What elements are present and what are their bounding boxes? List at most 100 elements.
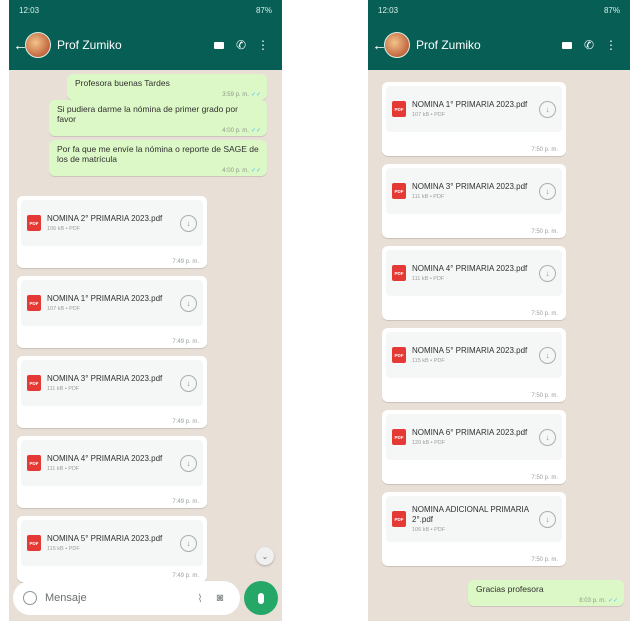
message-text: Si pudiera darme la nómina de primer gra… xyxy=(57,104,238,124)
message-time: 7:49 p. m. xyxy=(172,259,199,265)
document-message[interactable]: PDF NOMINA 5° PRIMARIA 2023.pdf 115 kB •… xyxy=(17,516,207,582)
chevron-down-icon[interactable]: ⌄ xyxy=(256,547,274,565)
document-name: NOMINA 4° PRIMARIA 2023.pdf xyxy=(47,454,163,463)
document-message[interactable]: PDF NOMINA 3° PRIMARIA 2023.pdf 111 kB •… xyxy=(382,164,566,238)
document-message[interactable]: PDF NOMINA ADICIONAL PRIMARIA 2°.pdf 106… xyxy=(382,492,566,566)
document-name: NOMINA 3° PRIMARIA 2023.pdf xyxy=(47,374,163,383)
camera-icon[interactable]: ◙ xyxy=(210,592,230,604)
document-meta: 107 kB • PDF xyxy=(412,112,446,118)
message-time: 7:49 p. m. xyxy=(172,419,199,425)
chat-area[interactable]: Profesora buenas Tardes 3:59 p. m. ✓✓ Si … xyxy=(9,70,282,621)
emoji-icon[interactable] xyxy=(23,591,37,605)
arrow-left-icon[interactable]: ← xyxy=(372,37,387,54)
document-name: NOMINA 1° PRIMARIA 2023.pdf xyxy=(47,294,163,303)
message-time: 7:49 p. m. xyxy=(172,499,199,505)
microphone-icon[interactable] xyxy=(244,581,278,615)
status-time: 12:03 xyxy=(378,5,399,15)
document-meta: 111 kB • PDF xyxy=(412,276,445,282)
message-time: 3:59 p. m. xyxy=(222,92,249,98)
document-message[interactable]: PDF NOMINA 1° PRIMARIA 2023.pdf 107 kB •… xyxy=(17,276,207,348)
message-text: Profesora buenas Tardes xyxy=(75,78,170,88)
download-icon[interactable]: ↓ xyxy=(539,428,556,446)
document-meta: 115 kB • PDF xyxy=(47,546,80,552)
status-bar: 12:03 87% xyxy=(368,0,630,20)
message-time: 7:49 p. m. xyxy=(172,339,199,345)
document-message[interactable]: PDF NOMINA 2° PRIMARIA 2023.pdf 106 kB •… xyxy=(17,196,207,268)
download-icon[interactable]: ↓ xyxy=(539,182,556,200)
message-outgoing[interactable]: Si pudiera darme la nómina de primer gra… xyxy=(49,100,267,136)
document-meta: 111 kB • PDF xyxy=(412,194,445,200)
message-outgoing[interactable]: Gracias profesora 8:03 p. m. ✓✓ xyxy=(468,580,624,606)
download-icon[interactable]: ↓ xyxy=(539,346,556,364)
read-ticks-icon: ✓✓ xyxy=(250,128,261,134)
chat-header: ← Prof Zumiko ✆ ⋮ xyxy=(368,20,630,70)
download-icon[interactable]: ↓ xyxy=(180,214,197,232)
message-time: 8:03 p. m. xyxy=(579,598,606,604)
phone-icon[interactable]: ✆ xyxy=(230,38,252,52)
pdf-file-icon: PDF xyxy=(27,295,41,311)
document-message[interactable]: PDF NOMINA 5° PRIMARIA 2023.pdf 115 kB •… xyxy=(382,328,566,402)
document-meta: 106 kB • PDF xyxy=(412,527,446,533)
message-input-bar[interactable]: Mensaje ⌇ ◙ xyxy=(13,581,240,615)
document-meta: 111 kB • PDF xyxy=(47,386,80,392)
chat-area[interactable]: PDF NOMINA 1° PRIMARIA 2023.pdf 107 kB •… xyxy=(368,70,630,621)
status-battery: 87% xyxy=(603,5,620,15)
pdf-file-icon: PDF xyxy=(27,455,41,471)
download-icon[interactable]: ↓ xyxy=(180,374,197,392)
message-input[interactable]: Mensaje xyxy=(45,592,190,604)
pdf-file-icon: PDF xyxy=(27,535,41,551)
pdf-file-icon: PDF xyxy=(392,183,406,199)
pdf-file-icon: PDF xyxy=(392,347,406,363)
pdf-file-icon: PDF xyxy=(27,375,41,391)
pdf-file-icon: PDF xyxy=(392,101,406,117)
document-name: NOMINA 3° PRIMARIA 2023.pdf xyxy=(412,182,528,191)
phone-icon[interactable]: ✆ xyxy=(578,38,600,52)
read-ticks-icon: ✓✓ xyxy=(607,598,618,604)
message-time: 7:49 p. m. xyxy=(172,573,199,579)
right-phone-screenshot: 12:03 87% ← Prof Zumiko ✆ ⋮ PDF NOMINA 1… xyxy=(368,0,630,621)
read-ticks-icon: ✓✓ xyxy=(250,168,261,174)
left-phone-screenshot: 12:03 87% ← Prof Zumiko ✆ ⋮ Profesora bu… xyxy=(9,0,282,621)
paperclip-icon[interactable]: ⌇ xyxy=(190,592,210,605)
message-time: 7:50 p. m. xyxy=(531,475,558,481)
read-ticks-icon: ✓✓ xyxy=(250,92,261,98)
more-vertical-icon[interactable]: ⋮ xyxy=(252,38,274,52)
document-message[interactable]: PDF NOMINA 6° PRIMARIA 2023.pdf 120 kB •… xyxy=(382,410,566,484)
status-battery: 87% xyxy=(255,5,272,15)
document-name: NOMINA ADICIONAL PRIMARIA 2°.pdf xyxy=(412,505,529,524)
message-time: 7:50 p. m. xyxy=(531,229,558,235)
download-icon[interactable]: ↓ xyxy=(539,264,556,282)
document-meta: 107 kB • PDF xyxy=(47,306,81,312)
download-icon[interactable]: ↓ xyxy=(180,534,197,552)
video-call-icon[interactable] xyxy=(208,38,230,52)
document-message[interactable]: PDF NOMINA 1° PRIMARIA 2023.pdf 107 kB •… xyxy=(382,82,566,156)
contact-name[interactable]: Prof Zumiko xyxy=(57,38,208,52)
document-meta: 106 kB • PDF xyxy=(47,226,81,232)
document-message[interactable]: PDF NOMINA 4° PRIMARIA 2023.pdf 111 kB •… xyxy=(382,246,566,320)
more-vertical-icon[interactable]: ⋮ xyxy=(600,38,622,52)
document-message[interactable]: PDF NOMINA 4° PRIMARIA 2023.pdf 111 kB •… xyxy=(17,436,207,508)
avatar[interactable] xyxy=(25,32,51,58)
download-icon[interactable]: ↓ xyxy=(180,294,197,312)
document-name: NOMINA 6° PRIMARIA 2023.pdf xyxy=(412,428,528,437)
download-icon[interactable]: ↓ xyxy=(539,100,556,118)
chat-header: ← Prof Zumiko ✆ ⋮ xyxy=(9,20,282,70)
document-message[interactable]: PDF NOMINA 3° PRIMARIA 2023.pdf 111 kB •… xyxy=(17,356,207,428)
status-time: 12:03 xyxy=(19,5,40,15)
arrow-left-icon[interactable]: ← xyxy=(13,37,28,54)
document-name: NOMINA 4° PRIMARIA 2023.pdf xyxy=(412,264,528,273)
download-icon[interactable]: ↓ xyxy=(539,510,556,528)
document-meta: 111 kB • PDF xyxy=(47,466,80,472)
document-name: NOMINA 1° PRIMARIA 2023.pdf xyxy=(412,100,528,109)
video-call-icon[interactable] xyxy=(556,38,578,52)
contact-name[interactable]: Prof Zumiko xyxy=(416,38,556,52)
pdf-file-icon: PDF xyxy=(27,215,41,231)
pdf-file-icon: PDF xyxy=(392,265,406,281)
document-name: NOMINA 5° PRIMARIA 2023.pdf xyxy=(47,534,163,543)
document-name: NOMINA 5° PRIMARIA 2023.pdf xyxy=(412,346,528,355)
message-outgoing[interactable]: Profesora buenas Tardes 3:59 p. m. ✓✓ xyxy=(67,74,267,100)
avatar[interactable] xyxy=(384,32,410,58)
pdf-file-icon: PDF xyxy=(392,429,406,445)
download-icon[interactable]: ↓ xyxy=(180,454,197,472)
message-outgoing[interactable]: Por fa que me envíe la nómina o reporte … xyxy=(49,140,267,176)
